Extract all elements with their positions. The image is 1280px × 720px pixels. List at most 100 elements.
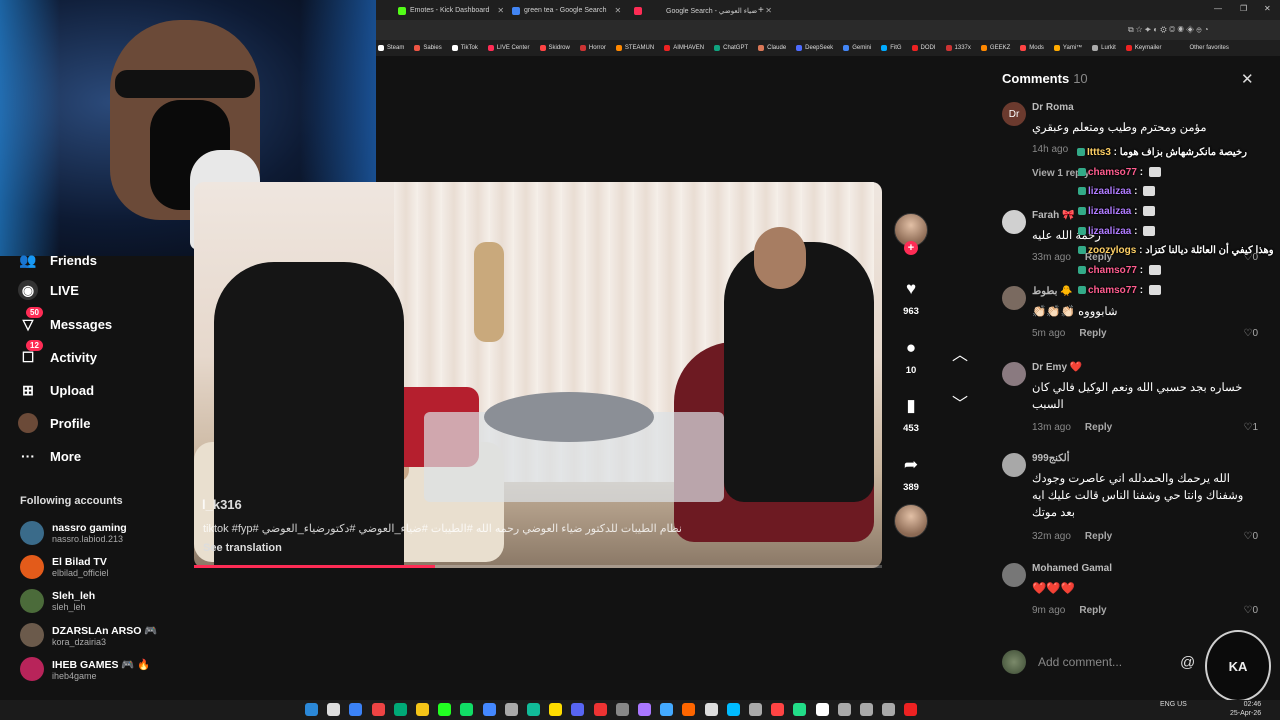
maximize-icon[interactable]: ❐: [1240, 4, 1247, 13]
bookmark-item[interactable]: Lurkit: [1092, 45, 1116, 51]
taskbar-app-icon[interactable]: [882, 703, 896, 716]
commenter-avatar[interactable]: [1002, 362, 1026, 386]
taskbar-app-icon[interactable]: [593, 703, 607, 716]
following-account[interactable]: Sleh_leh sleh_leh: [20, 589, 95, 613]
taskbar-app-icon[interactable]: [904, 703, 918, 716]
browser-tab[interactable]: green tea - Google Search ✕: [506, 2, 627, 19]
commenter-name[interactable]: Dr Roma: [1032, 102, 1074, 113]
following-account[interactable]: IHEB GAMES 🎮 🔥 iheb4game: [20, 657, 151, 681]
taskbar-app-icon[interactable]: [416, 703, 429, 716]
search-icon[interactable]: [327, 703, 341, 716]
commenter-avatar[interactable]: Dr: [1002, 102, 1026, 126]
commenter-name[interactable]: Mohamed Gamal: [1032, 563, 1112, 574]
following-account[interactable]: DZARSLAn ARSO 🎮 kora_dzairia3: [20, 623, 157, 647]
nav-activity[interactable]: ☐ 12 Activity: [18, 340, 97, 367]
taskbar-app-icon[interactable]: [726, 703, 740, 716]
taskbar-app-icon[interactable]: [482, 703, 496, 716]
bookmark-item[interactable]: AIMHAVEN: [664, 45, 704, 51]
commenter-name[interactable]: Farah 🎀: [1032, 210, 1074, 221]
taskbar-app-icon[interactable]: [837, 703, 851, 716]
clock[interactable]: 02:46 25-Apr-26: [1230, 700, 1261, 718]
new-tab-button[interactable]: +: [752, 2, 770, 19]
video-progress-bar[interactable]: [194, 565, 882, 568]
previous-video-button[interactable]: ︿: [950, 341, 970, 364]
like-button[interactable]: ♥ 963: [896, 278, 926, 317]
taskbar-app-icon[interactable]: [349, 703, 363, 716]
see-translation-link[interactable]: See translation: [203, 542, 282, 554]
bookmark-item[interactable]: Keymailer: [1125, 45, 1162, 51]
video-player[interactable]: [194, 182, 882, 568]
taskbar-app-icon[interactable]: [504, 703, 518, 716]
comment-like-button[interactable]: ♡1: [1243, 422, 1258, 433]
follow-plus-icon[interactable]: +: [904, 241, 918, 255]
other-favorites[interactable]: Other favorites: [1190, 45, 1229, 51]
taskbar-app-icon[interactable]: [793, 703, 807, 716]
bookmark-item[interactable]: ChatGPT: [714, 45, 748, 51]
close-comments-icon[interactable]: ✕: [1241, 70, 1254, 88]
following-account[interactable]: nassro gaming nassro.labiod.213: [20, 521, 127, 545]
taskbar-app-icon[interactable]: [460, 703, 474, 716]
taskbar-app-icon[interactable]: [860, 703, 873, 716]
bookmark-item[interactable]: Steam: [378, 45, 404, 51]
taskbar-app-icon[interactable]: [371, 703, 385, 716]
commenter-avatar[interactable]: [1002, 210, 1026, 234]
following-account[interactable]: El Bilad TV elbilad_officiel: [20, 555, 108, 579]
share-button[interactable]: ➦ 389: [896, 454, 926, 493]
taskbar-app-icon[interactable]: [771, 703, 785, 716]
taskbar-app-icon[interactable]: [638, 703, 651, 716]
nav-friends[interactable]: 👥 Friends: [18, 250, 97, 270]
taskbar-app-icon[interactable]: [393, 703, 407, 716]
taskbar-app-icon[interactable]: [527, 703, 540, 716]
nav-upload[interactable]: ⊞ Upload: [18, 380, 94, 400]
nav-profile[interactable]: Profile: [18, 413, 90, 433]
taskbar-app-icon[interactable]: [749, 703, 762, 716]
minimize-icon[interactable]: —: [1214, 4, 1222, 13]
next-video-button[interactable]: ﹀: [950, 390, 970, 413]
close-window-icon[interactable]: ✕: [1264, 4, 1271, 13]
nav-more[interactable]: ··· More: [18, 446, 81, 466]
bookmark-item[interactable]: Yami™: [1053, 45, 1082, 51]
video-author[interactable]: l_k316: [202, 497, 242, 512]
reply-button[interactable]: Reply: [1085, 531, 1112, 542]
taskbar-app-icon[interactable]: [571, 703, 585, 716]
reply-button[interactable]: Reply: [1079, 605, 1106, 616]
mention-icon[interactable]: @: [1180, 654, 1195, 671]
taskbar-app-icon[interactable]: [704, 703, 718, 716]
bookmark-item[interactable]: Skidrow: [539, 45, 570, 51]
bookmark-item[interactable]: Mods: [1020, 45, 1044, 51]
taskbar-app-icon[interactable]: [660, 703, 674, 716]
bookmark-item[interactable]: LIVE Center: [487, 45, 530, 51]
reply-button[interactable]: Reply: [1085, 422, 1112, 433]
commenter-name[interactable]: ألكنج999: [1032, 453, 1070, 464]
bookmark-item[interactable]: DODI: [911, 45, 936, 51]
close-tab-icon[interactable]: ✕: [615, 6, 622, 15]
address-bar[interactable]: ⧉ ☆ ✦ ◐ ⚙ ◎ ◉ ◈ ⊕ ◔: [376, 20, 1280, 40]
start-icon[interactable]: [305, 703, 318, 716]
commenter-name[interactable]: بطوط 🐥: [1032, 286, 1073, 297]
nav-messages[interactable]: ▽ 50 Messages: [18, 307, 112, 334]
browser-tab[interactable]: Emotes - Kick Dashboard ✕: [392, 2, 510, 19]
taskbar-app-icon[interactable]: [815, 703, 829, 716]
commenter-name[interactable]: Dr Emy ❤️: [1032, 362, 1082, 373]
save-button[interactable]: ▮ 453: [896, 395, 926, 434]
comment-like-button[interactable]: ♡0: [1243, 328, 1258, 339]
bookmark-item[interactable]: Gemini: [843, 45, 871, 51]
commenter-avatar[interactable]: [1002, 286, 1026, 310]
bookmark-item[interactable]: 1337x: [945, 45, 971, 51]
comment-like-button[interactable]: ♡0: [1243, 531, 1258, 542]
bookmark-item[interactable]: TikTok: [451, 45, 478, 51]
bookmark-item[interactable]: Sabies: [414, 45, 442, 51]
taskbar-app-icon[interactable]: [549, 703, 563, 716]
bookmark-item[interactable]: FitG: [881, 45, 902, 51]
add-comment-field[interactable]: Add comment...: [1002, 648, 1202, 676]
commenter-avatar[interactable]: [1002, 453, 1026, 477]
comment-button[interactable]: ● 10: [896, 337, 926, 376]
bookmark-item[interactable]: STEAMUN: [615, 45, 654, 51]
reply-button[interactable]: Reply: [1079, 328, 1106, 339]
nav-live[interactable]: ◉ LIVE: [18, 280, 79, 300]
bookmark-item[interactable]: Horror: [579, 45, 606, 51]
comment-like-button[interactable]: ♡0: [1243, 605, 1258, 616]
commenter-avatar[interactable]: [1002, 563, 1026, 587]
bookmark-item[interactable]: DeepSeek: [796, 45, 833, 51]
taskbar-app-icon[interactable]: [615, 703, 629, 716]
